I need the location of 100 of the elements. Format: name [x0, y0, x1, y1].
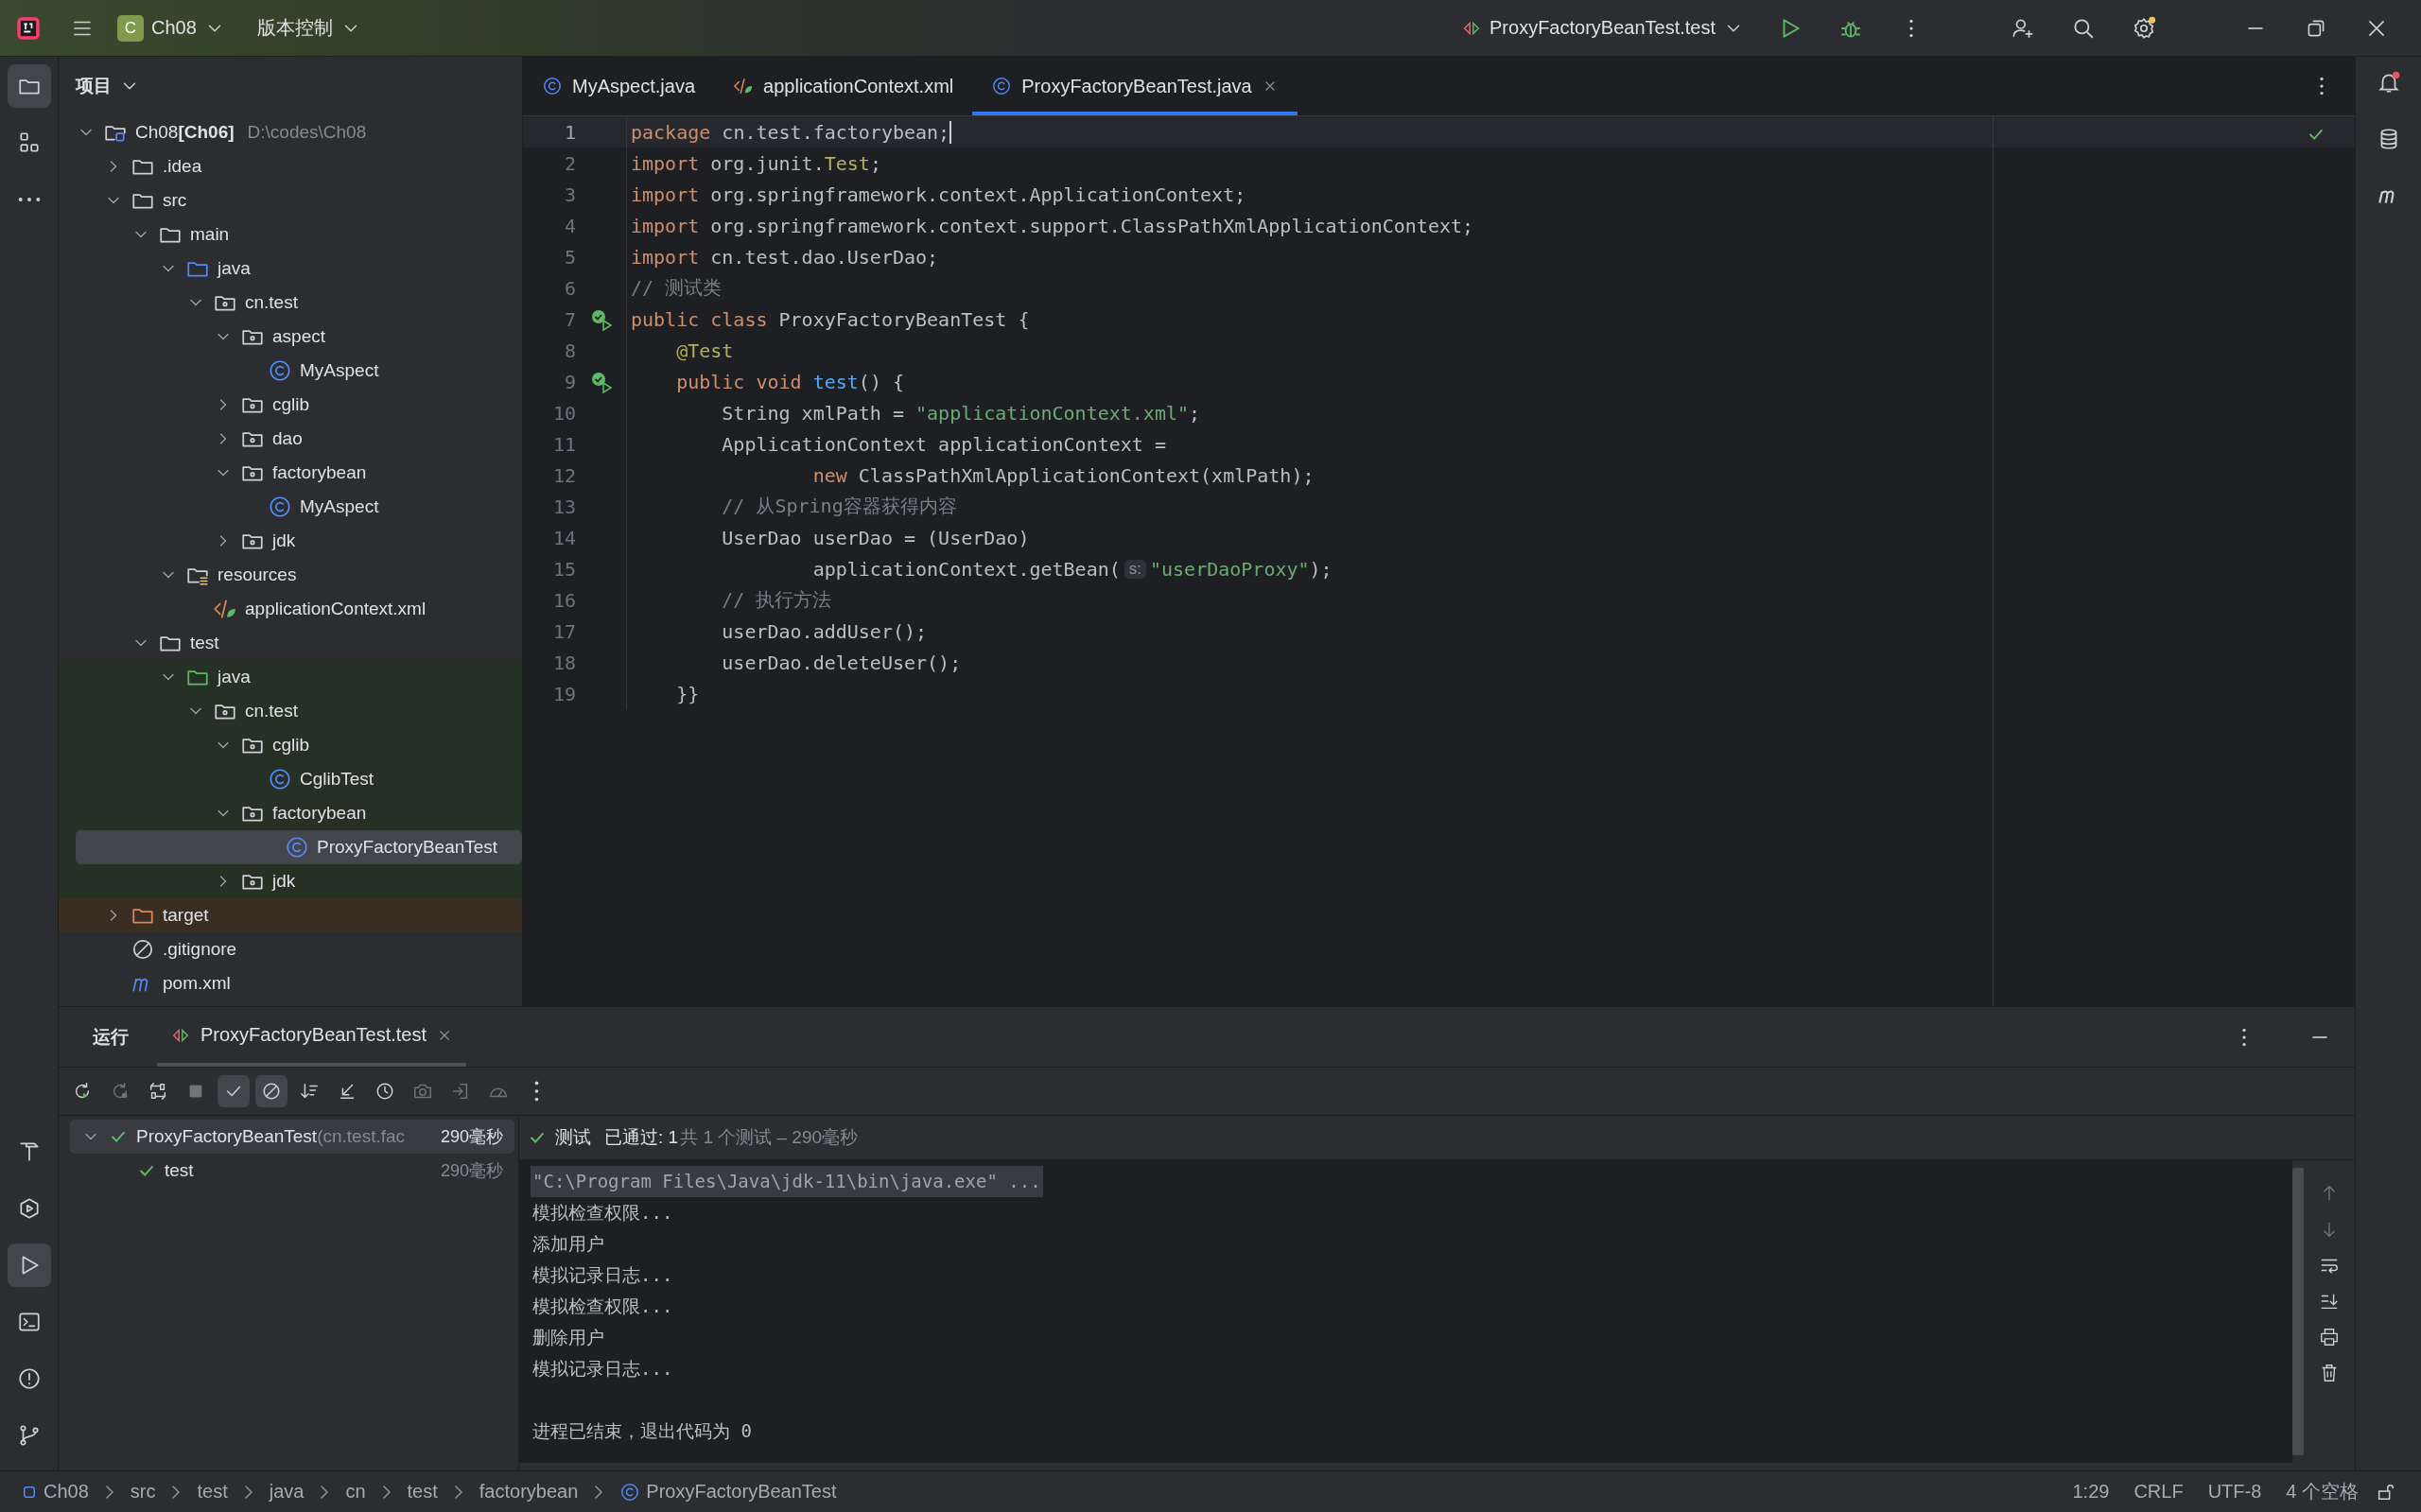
check-button[interactable] — [218, 1075, 250, 1107]
code-line: // 测试类 — [630, 275, 723, 301]
chevron-icon — [244, 1485, 253, 1499]
tree-item[interactable]: jdk — [59, 524, 522, 558]
folder-tool-button[interactable] — [7, 64, 51, 108]
caret-position[interactable]: 1:29 — [2064, 1481, 2117, 1503]
breadcrumb[interactable]: factorybean — [471, 1481, 586, 1503]
tree-item[interactable]: factorybean — [59, 456, 522, 490]
class-icon — [542, 76, 563, 96]
scrollbar[interactable] — [2292, 1168, 2304, 1455]
app-logo-icon[interactable] — [15, 14, 42, 42]
tree-item[interactable]: .gitignore — [59, 932, 522, 966]
breadcrumb[interactable]: ProxyFactoryBeanTest — [612, 1481, 845, 1503]
editor-tab[interactable]: applicationContext.xml — [714, 57, 973, 115]
project-view-selector[interactable]: 项目 — [66, 68, 149, 104]
test-summary: 共 1 个测试 – 290毫秒 — [680, 1126, 859, 1149]
chevron-icon — [595, 1485, 603, 1499]
ignore-icon — [261, 1081, 282, 1102]
file-encoding[interactable]: UTF-8 — [2200, 1481, 2270, 1503]
line-number: 4 — [563, 214, 576, 237]
code-line: }} — [675, 682, 700, 705]
test-duration: 290毫秒 — [440, 1126, 503, 1148]
line-number: 2 — [563, 151, 576, 175]
tree-item[interactable]: ProxyFactoryBeanTest — [76, 830, 522, 864]
line-number: 7 — [563, 307, 576, 331]
code-line: userDao.deleteUser(); — [721, 651, 962, 674]
chevron-icon — [172, 1485, 181, 1499]
tree-item[interactable]: resources — [59, 558, 522, 592]
class-icon — [268, 358, 292, 383]
tree-item[interactable]: target — [59, 898, 522, 932]
code-line: import org.springframework.context.ApplicationContext; — [630, 182, 1246, 206]
console-line: 删除用户 — [531, 1326, 605, 1349]
console-line: 模拟检查权限... — [531, 1201, 674, 1225]
history-icon — [374, 1081, 395, 1102]
print-icon[interactable] — [2319, 1327, 2340, 1347]
tree-item[interactable]: main — [59, 217, 522, 252]
console-line: 模拟记录日志... — [531, 1263, 674, 1287]
project-selector[interactable]: C Ch08 — [108, 9, 235, 47]
tree-item[interactable]: pom.xml — [59, 966, 522, 1000]
tree-item[interactable]: aspect — [59, 320, 522, 354]
run-tab[interactable]: ProxyFactoryBeanTest.test — [157, 1007, 466, 1067]
tree-item[interactable]: cn.test — [59, 694, 522, 728]
settings-icon[interactable] — [2132, 15, 2156, 41]
editor-tab[interactable]: MyAspect.java — [523, 57, 715, 115]
breadcrumb[interactable]: src — [122, 1481, 164, 1503]
breadcrumb[interactable]: test — [189, 1481, 235, 1503]
more-icon — [533, 1081, 539, 1102]
run-test-icon[interactable] — [589, 307, 613, 331]
tree-item[interactable]: src — [59, 183, 522, 217]
summary-label: 测试 — [555, 1126, 591, 1149]
console-line: 模拟检查权限... — [531, 1295, 674, 1318]
tree-item[interactable]: factorybean — [59, 796, 522, 830]
tree-item[interactable]: MyAspect — [59, 354, 522, 388]
tree-item[interactable]: test — [59, 626, 522, 660]
line-separator[interactable]: CRLF — [2126, 1481, 2191, 1503]
tree-item[interactable]: cglib — [59, 388, 522, 422]
panel-title: 运行 — [93, 1025, 129, 1049]
code-line: userDao.addUser(); — [721, 619, 928, 643]
code-line: new ClassPathXmlApplicationContext(xmlPath); — [811, 463, 1315, 487]
tree-item[interactable]: .idea — [59, 149, 522, 183]
tree-item[interactable]: java — [59, 252, 522, 286]
breadcrumb[interactable]: Ch08 — [13, 1481, 96, 1503]
tree-item[interactable]: cglib — [59, 728, 522, 762]
breadcrumb[interactable]: test — [399, 1481, 445, 1503]
tree-item[interactable]: jdk — [59, 864, 522, 898]
code-line: public void test() { — [675, 370, 904, 393]
code-line: package cn.test.factorybean; — [630, 120, 952, 144]
tree-item[interactable]: CglibTest — [59, 762, 522, 796]
test-item[interactable]: test 290毫秒 — [70, 1154, 514, 1188]
tree-item[interactable]: Ch08[Ch06] D:\codes\Ch08 — [59, 115, 522, 149]
code-line: // 从Spring容器获得内容 — [721, 494, 957, 519]
tree-item[interactable]: java — [59, 660, 522, 694]
class-icon — [268, 495, 292, 519]
code-line: import org.springframework.context.support.ClassPathXmlApplicationContext; — [630, 214, 1474, 237]
code-line: applicationContext.getBean( s: "userDaoProxy"); — [811, 557, 1332, 581]
terminal-icon — [16, 1310, 42, 1334]
run-configuration-selector[interactable]: ProxyFactoryBeanTest.test — [1452, 11, 1753, 44]
breadcrumb[interactable]: java — [261, 1481, 312, 1503]
code-line: public class ProxyFactoryBeanTest { — [630, 307, 1030, 331]
run-tool-button[interactable] — [7, 1243, 51, 1287]
code-line: @Test — [675, 339, 734, 362]
test-item[interactable]: ProxyFactoryBeanTest(cn.test.fac 290毫秒 — [70, 1120, 514, 1154]
more-icon — [17, 197, 41, 202]
tree-item[interactable]: cn.test — [59, 286, 522, 320]
chevron-icon — [321, 1485, 329, 1499]
tree-item[interactable]: MyAspect — [59, 490, 522, 524]
line-number: 14 — [551, 526, 576, 549]
class-icon — [268, 767, 292, 791]
indent-setting[interactable]: 4 个空格 — [2278, 1479, 2366, 1504]
xml-file-icon — [733, 76, 755, 96]
tree-item[interactable]: dao — [59, 422, 522, 456]
chevron-icon — [382, 1485, 391, 1499]
console-line: 进程已结束，退出代码为 0 — [531, 1419, 753, 1443]
vcs-menu[interactable]: 版本控制 — [247, 9, 371, 46]
ignore-button[interactable] — [255, 1075, 287, 1107]
console-line: 模拟记录日志... — [531, 1357, 674, 1381]
run-test-icon[interactable] — [589, 370, 613, 393]
code-line: import cn.test.dao.UserDao; — [630, 245, 939, 269]
tree-item[interactable]: applicationContext.xml — [59, 592, 522, 626]
breadcrumb[interactable]: cn — [338, 1481, 374, 1503]
